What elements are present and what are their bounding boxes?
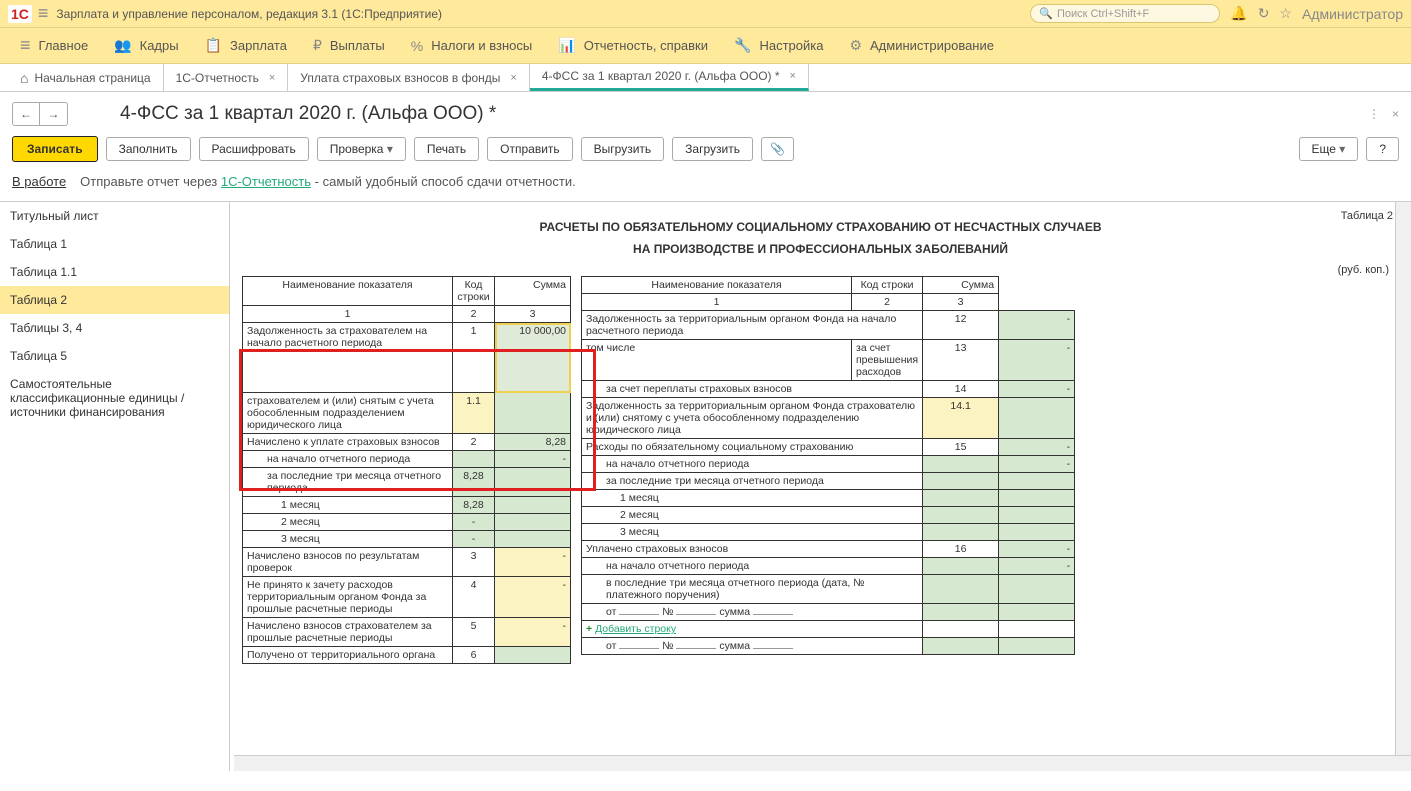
sidebar-item[interactable]: Таблицы 3, 4	[0, 314, 229, 342]
table-row: на начало отчетного периода-	[582, 456, 1075, 473]
table-row: 2 месяц-	[243, 514, 571, 531]
attach-button[interactable]: 📎	[761, 137, 794, 161]
print-button[interactable]: Печать	[414, 137, 479, 161]
table-row: Задолженность за страхователем на начало…	[243, 323, 571, 393]
bell-icon[interactable]: 🔔	[1230, 5, 1247, 22]
menu-item[interactable]: 👥Кадры	[102, 31, 190, 60]
table-row: Уплачено страховых взносов16-	[582, 541, 1075, 558]
status-text: Отправьте отчет через 1С-Отчетность - са…	[80, 174, 576, 189]
menu-item[interactable]: ≡Главное	[8, 29, 100, 62]
page-title: 4-ФСС за 1 квартал 2020 г. (Альфа ООО) *	[120, 103, 496, 125]
scrollbar-vertical[interactable]	[1395, 202, 1411, 755]
logo-1c: 1С	[8, 5, 32, 23]
sidebar-item[interactable]: Таблица 5	[0, 342, 229, 370]
menu-icon: 📋	[205, 37, 222, 54]
sidebar-item[interactable]: Таблица 1	[0, 230, 229, 258]
table-row: 1 месяц8,28	[243, 497, 571, 514]
sidebar-item[interactable]: Таблица 2	[0, 286, 229, 314]
menu-item[interactable]: ₽Выплаты	[301, 31, 397, 60]
tab[interactable]: Уплата страховых взносов в фонды×	[288, 64, 530, 91]
table-row: 1 месяц	[582, 490, 1075, 507]
payment-row: от № сумма	[582, 604, 1075, 621]
close-icon[interactable]: ×	[1392, 107, 1399, 121]
menu-item[interactable]: %Налоги и взносы	[399, 32, 545, 60]
app-header: 1С ≡ Зарплата и управление персоналом, р…	[0, 0, 1411, 28]
table-row: Расходы по обязательному социальному стр…	[582, 439, 1075, 456]
sidebar-item[interactable]: Таблица 1.1	[0, 258, 229, 286]
app-title: Зарплата и управление персоналом, редакц…	[56, 7, 1030, 21]
menu-icon: 📊	[558, 37, 575, 54]
table-row: Начислено к уплате страховых взносов28,2…	[243, 434, 571, 451]
table-row: Начислено взносов по результатам проверо…	[243, 548, 571, 577]
table-row: за счет переплаты страховых взносов14-	[582, 381, 1075, 398]
main-menu: ≡Главное👥Кадры📋Зарплата₽Выплаты%Налоги и…	[0, 28, 1411, 64]
table-row: за последние три месяца отчетного период…	[243, 468, 571, 497]
report-title-1: РАСЧЕТЫ ПО ОБЯЗАТЕЛЬНОМУ СОЦИАЛЬНОМУ СТР…	[242, 220, 1399, 234]
write-button[interactable]: Записать	[12, 136, 98, 162]
table-row: Задолженность за территориальным органом…	[582, 398, 1075, 439]
report-title-2: НА ПРОИЗВОДСТВЕ И ПРОФЕССИОНАЛЬНЫХ ЗАБОЛ…	[242, 242, 1399, 256]
help-button[interactable]: ?	[1366, 137, 1399, 161]
history-icon[interactable]: ↻	[1258, 5, 1270, 22]
menu-icon: 🔧	[734, 37, 751, 54]
add-row-link[interactable]: Добавить строку	[595, 623, 676, 635]
table-row: 3 месяц-	[243, 531, 571, 548]
fill-button[interactable]: Заполнить	[106, 137, 191, 161]
table-row: Получено от территориального органа6	[243, 647, 571, 664]
admin-label[interactable]: Администратор	[1302, 6, 1403, 22]
report-area: Таблица 2 РАСЧЕТЫ ПО ОБЯЗАТЕЛЬНОМУ СОЦИА…	[230, 202, 1411, 771]
table-row: 2 месяц	[582, 507, 1075, 524]
menu-icon: %	[411, 38, 423, 54]
menu-item[interactable]: 📊Отчетность, справки	[546, 31, 720, 60]
unload-button[interactable]: Выгрузить	[581, 137, 665, 161]
menu-icon: ₽	[313, 37, 322, 54]
tab[interactable]: 1С-Отчетность×	[164, 64, 289, 91]
table-row: Не принято к зачету расходов территориал…	[243, 577, 571, 618]
table-row: 3 месяц	[582, 524, 1075, 541]
tab[interactable]: 4-ФСС за 1 квартал 2020 г. (Альфа ООО) *…	[530, 64, 809, 91]
table-row: в последние три месяца отчетного периода…	[582, 575, 1075, 604]
close-icon[interactable]: ×	[269, 72, 275, 84]
search-input[interactable]: Поиск Ctrl+Shift+F	[1030, 4, 1220, 23]
table-row: Задолженность за территориальным органом…	[582, 311, 1075, 340]
close-icon[interactable]: ×	[510, 72, 516, 84]
sidebar-item[interactable]: Титульный лист	[0, 202, 229, 230]
nav-back-button[interactable]: ←	[12, 102, 40, 126]
menu-item[interactable]: 🔧Настройка	[722, 31, 835, 60]
menu-item[interactable]: ⚙Администрирование	[837, 31, 1006, 60]
table-label: Таблица 2	[1341, 210, 1393, 222]
status-link[interactable]: 1С-Отчетность	[221, 174, 311, 189]
close-icon[interactable]: ×	[790, 70, 796, 82]
menu-icon: ⚙	[849, 37, 862, 54]
menu-icon: ≡	[20, 35, 31, 56]
check-button[interactable]: Проверка	[317, 137, 406, 161]
scrollbar-horizontal[interactable]	[234, 755, 1411, 771]
right-table: Наименование показателя Код строки Сумма…	[581, 276, 1075, 655]
menu-icon: 👥	[114, 37, 131, 54]
table-row: на начало отчетного периода-	[243, 451, 571, 468]
tab[interactable]: Начальная страница	[8, 64, 164, 91]
left-table: Наименование показателя Код строки Сумма…	[242, 276, 571, 664]
payment-row: от № сумма	[582, 638, 1075, 655]
decrypt-button[interactable]: Расшифровать	[199, 137, 309, 161]
status-label[interactable]: В работе	[12, 174, 66, 189]
load-button[interactable]: Загрузить	[672, 137, 753, 161]
table-row: том числеза счет превышения расходов13-	[582, 340, 1075, 381]
menu-icon[interactable]: ≡	[38, 3, 49, 24]
more-button[interactable]: Еще	[1299, 137, 1359, 161]
rub-label: (руб. коп.)	[242, 264, 1389, 276]
send-button[interactable]: Отправить	[487, 137, 573, 161]
sidebar: Титульный листТаблица 1Таблица 1.1Таблиц…	[0, 202, 230, 771]
tabs-bar: Начальная страница1С-Отчетность×Уплата с…	[0, 64, 1411, 92]
more-icon[interactable]: ⋮	[1368, 107, 1380, 121]
sidebar-item[interactable]: Самостоятельные классификационные единиц…	[0, 370, 229, 426]
table-row: страхователем и (или) снятым с учета обо…	[243, 393, 571, 434]
nav-forward-button[interactable]: →	[40, 102, 68, 126]
table-row: за последние три месяца отчетного период…	[582, 473, 1075, 490]
table-row: на начало отчетного периода-	[582, 558, 1075, 575]
menu-item[interactable]: 📋Зарплата	[193, 31, 299, 60]
add-row: + Добавить строку	[582, 621, 1075, 638]
star-icon[interactable]: ☆	[1279, 5, 1292, 22]
table-row: Начислено взносов страхователем за прошл…	[243, 618, 571, 647]
